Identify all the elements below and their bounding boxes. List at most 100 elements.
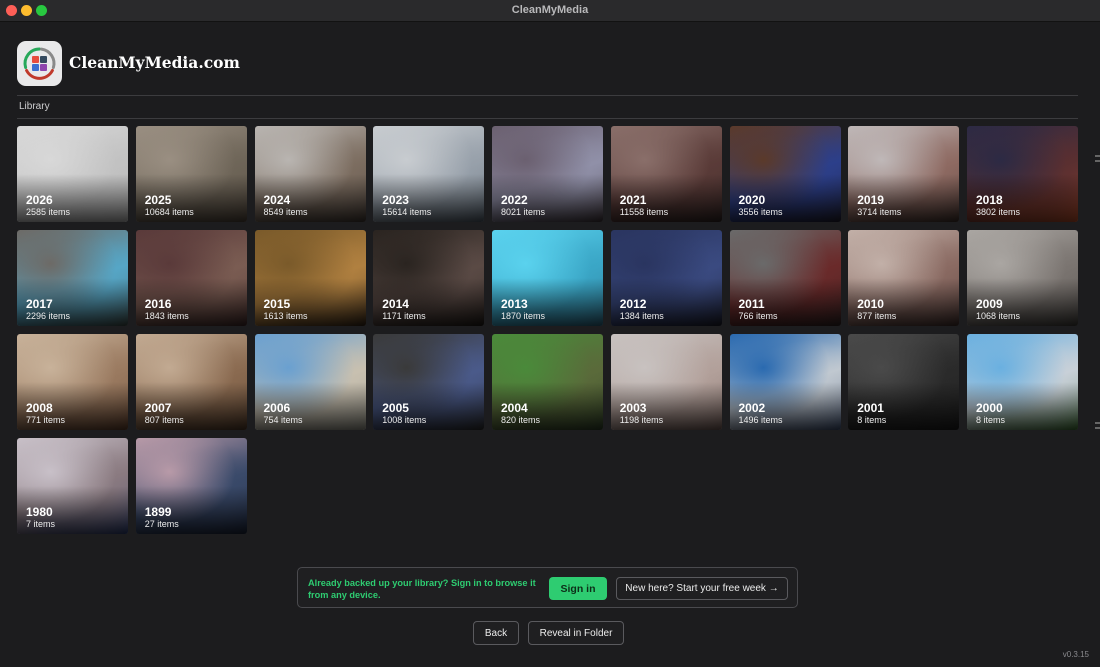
year-tile-2012[interactable]: 2012 1384 items (610, 230, 722, 326)
year-tile-2020[interactable]: 2020 3556 items (729, 126, 841, 222)
signin-panel: Already backed up your library? Sign in … (297, 567, 798, 608)
tile-item-count: 7 items (26, 519, 56, 529)
tile-year-label: 2025 (144, 193, 172, 207)
year-tile-1899[interactable]: 1899 27 items (135, 438, 247, 534)
tile-item-count: 3714 items (857, 207, 902, 217)
tile-year-label: 2023 (382, 193, 409, 207)
year-tile-2000[interactable]: 2000 8 items (967, 334, 1078, 430)
tile-item-count: 3556 items (738, 207, 783, 217)
header-divider (17, 95, 1078, 96)
tile-year-label: 2012 (619, 297, 647, 311)
year-tile-2014[interactable]: 2014 1171 items (373, 230, 485, 326)
tile-year-label: 2014 (382, 297, 409, 311)
tile-item-count: 2296 items (26, 311, 71, 321)
year-tile-2008[interactable]: 2008 771 items (17, 334, 128, 430)
tile-year-label: 2009 (976, 297, 1003, 311)
tile-item-count: 1870 items (501, 311, 546, 321)
tile-item-count: 10684 items (144, 207, 194, 217)
tile-item-count: 11558 items (619, 207, 669, 217)
year-tile-2001[interactable]: 2001 8 items (848, 334, 960, 430)
year-tile-2021[interactable]: 2021 11558 items (610, 126, 722, 222)
tile-item-count: 3802 items (976, 207, 1021, 217)
window-edge-mark (1095, 427, 1100, 429)
tile-item-count: 27 items (144, 519, 179, 529)
window-edge-mark (1095, 422, 1100, 424)
year-tile-2009[interactable]: 2009 1068 items (967, 230, 1078, 326)
tile-item-count: 8 items (857, 415, 887, 425)
year-tile-2003[interactable]: 2003 1198 items (610, 334, 722, 430)
year-tile-2026[interactable]: 2026 2585 items (17, 126, 128, 222)
tile-item-count: 1613 items (263, 311, 308, 321)
year-tile-2023[interactable]: 2023 15614 items (373, 126, 485, 222)
tile-year-label: 2010 (857, 297, 884, 311)
tile-year-label: 2000 (976, 401, 1003, 415)
tile-item-count: 2585 items (26, 207, 71, 217)
tile-item-count: 1496 items (738, 415, 783, 425)
year-tile-2022[interactable]: 2022 8021 items (492, 126, 603, 222)
tile-year-label: 2020 (738, 193, 766, 207)
year-tile-2010[interactable]: 2010 877 items (848, 230, 960, 326)
year-tile-2018[interactable]: 2018 3802 items (967, 126, 1078, 222)
tile-item-count: 820 items (501, 415, 541, 425)
tile-year-label: 2011 (738, 297, 765, 311)
tile-year-label: 2003 (619, 401, 647, 415)
year-tile-2019[interactable]: 2019 3714 items (848, 126, 960, 222)
year-tile-2015[interactable]: 2015 1613 items (254, 230, 366, 326)
window-title: CleanMyMedia (511, 4, 589, 16)
year-tile-2017[interactable]: 2017 2296 items (17, 230, 128, 326)
tile-item-count: 1384 items (619, 311, 664, 321)
reveal-in-folder-button[interactable]: Reveal in Folder (528, 621, 624, 645)
year-tile-2004[interactable]: 2004 820 items (492, 334, 603, 430)
tile-item-count: 1198 items (619, 415, 664, 425)
tile-year-label: 1980 (26, 505, 53, 519)
version-label: v0.3.15 (1062, 650, 1089, 659)
back-button[interactable]: Back (473, 621, 519, 645)
tile-item-count: 1171 items (382, 311, 426, 321)
tile-item-count: 15614 items (382, 207, 432, 217)
year-tile-2016[interactable]: 2016 1843 items (135, 230, 247, 326)
library-section-label: Library (19, 101, 50, 112)
window-edge-mark (1095, 155, 1100, 157)
year-tile-2013[interactable]: 2013 1870 items (492, 230, 603, 326)
tile-item-count: 766 items (738, 311, 778, 321)
tile-year-label: 2026 (26, 193, 53, 207)
year-tile-2025[interactable]: 2025 10684 items (135, 126, 247, 222)
tile-year-label: 2019 (857, 193, 884, 207)
tile-item-count: 1843 items (144, 311, 189, 321)
app-logo-icon (17, 41, 62, 86)
tile-item-count: 807 items (144, 415, 184, 425)
free-trial-button[interactable]: New here? Start your free week → (616, 577, 788, 600)
tile-item-count: 1008 items (382, 415, 427, 425)
tile-year-label: 2017 (26, 297, 53, 311)
tile-item-count: 771 items (26, 415, 66, 425)
tile-year-label: 2024 (263, 193, 291, 207)
tile-year-label: 2005 (382, 401, 409, 415)
tile-year-label: 2018 (976, 193, 1003, 207)
tile-year-label: 2016 (144, 297, 172, 311)
tile-year-label: 2007 (144, 401, 172, 415)
tile-item-count: 8021 items (501, 207, 546, 217)
tile-year-label: 2013 (501, 297, 528, 311)
tile-year-label: 2015 (263, 297, 291, 311)
year-tile-2005[interactable]: 2005 1008 items (373, 334, 485, 430)
window-edge-mark (1095, 160, 1100, 162)
year-tile-2006[interactable]: 2006 754 items (254, 334, 366, 430)
year-tile-2007[interactable]: 2007 807 items (135, 334, 247, 430)
tile-year-label: 2006 (263, 401, 291, 415)
year-tile-2011[interactable]: 2011 766 items (729, 230, 841, 326)
tile-year-label: 2008 (26, 401, 53, 415)
tile-year-label: 2004 (501, 401, 528, 415)
year-tile-1980[interactable]: 1980 7 items (17, 438, 128, 534)
brand-name: CleanMyMedia.com (69, 53, 240, 72)
tile-item-count: 754 items (263, 415, 303, 425)
sign-in-button[interactable]: Sign in (549, 577, 607, 600)
tile-year-label: 2002 (738, 401, 766, 415)
tile-item-count: 8 items (976, 415, 1006, 425)
tile-item-count: 877 items (857, 311, 897, 321)
library-divider (17, 118, 1078, 119)
year-tile-2002[interactable]: 2002 1496 items (729, 334, 841, 430)
signin-message: Already backed up your library? Sign in … (308, 578, 536, 600)
tile-year-label: 1899 (144, 505, 172, 519)
tile-item-count: 8549 items (263, 207, 308, 217)
year-tile-2024[interactable]: 2024 8549 items (254, 126, 366, 222)
